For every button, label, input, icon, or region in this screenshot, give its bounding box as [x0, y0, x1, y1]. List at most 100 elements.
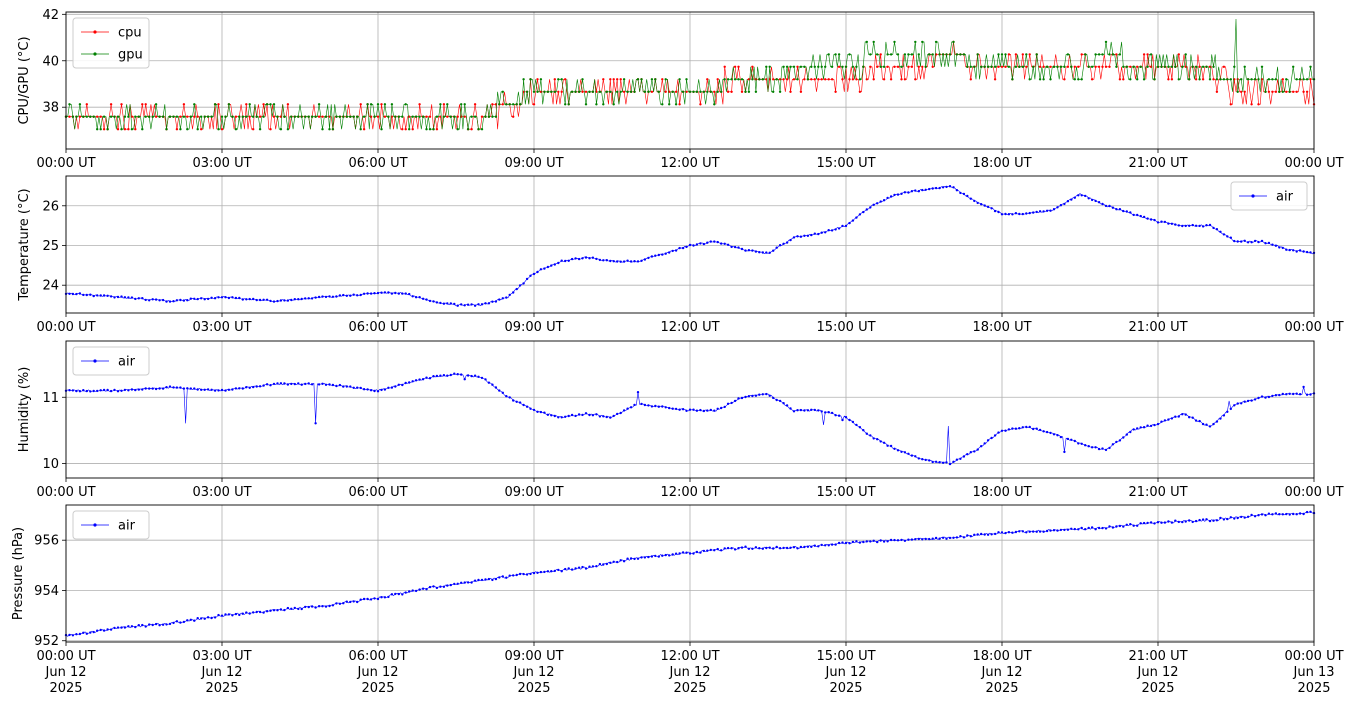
data-point: [428, 585, 432, 589]
data-point: [758, 547, 761, 550]
data-point: [508, 103, 511, 106]
x-tick-label: 21:00 UT: [1128, 156, 1187, 171]
data-point: [1170, 417, 1174, 420]
data-point: [581, 413, 584, 417]
data-point: [1070, 65, 1073, 69]
data-point: [626, 407, 629, 410]
data-point: [726, 402, 730, 405]
data-point: [1118, 524, 1122, 528]
data-point: [220, 128, 224, 131]
data-point: [1156, 422, 1160, 426]
data-point: [494, 577, 498, 581]
data-point: [969, 197, 972, 200]
data-point: [317, 605, 321, 608]
data-point: [141, 103, 144, 106]
data-point: [414, 589, 418, 593]
data-point: [539, 570, 543, 574]
data-point: [862, 540, 865, 544]
data-point: [893, 538, 896, 542]
x-tick-label: 09:00 UT: [504, 156, 563, 171]
data-point: [862, 65, 865, 69]
y-tick-label: 954: [34, 584, 59, 599]
data-point: [362, 388, 366, 391]
data-point: [1215, 228, 1219, 231]
data-point: [1108, 204, 1111, 208]
data-point: [487, 115, 491, 118]
data-point: [342, 293, 345, 297]
data-point: [96, 629, 99, 632]
data-point: [1063, 65, 1066, 69]
data-point: [848, 221, 851, 225]
data-point: [314, 606, 317, 609]
data-point: [817, 409, 820, 412]
data-point: [858, 90, 862, 94]
data-point: [92, 630, 95, 634]
data-point: [335, 384, 338, 388]
data-point: [640, 402, 643, 406]
data-point: [262, 115, 265, 118]
y-tick-label: 11: [42, 391, 59, 406]
data-point: [297, 607, 300, 611]
data-point: [837, 53, 841, 56]
data-point: [796, 65, 799, 69]
data-point: [1250, 78, 1253, 81]
data-point: [1295, 513, 1298, 516]
data-point: [401, 128, 404, 131]
data-point: [1243, 239, 1246, 242]
data-point: [338, 383, 342, 387]
data-point: [1236, 402, 1239, 405]
data-point: [1125, 523, 1129, 526]
data-point: [432, 128, 435, 131]
data-point: [1201, 78, 1205, 81]
data-point: [588, 565, 591, 568]
data-point: [369, 292, 373, 295]
data-point: [227, 613, 231, 616]
data-point: [1011, 427, 1014, 430]
data-point: [758, 393, 761, 396]
data-point: [709, 548, 712, 552]
data-point: [747, 395, 751, 398]
x-tick-label: 18:00 UT: [972, 649, 1031, 664]
data-point: [172, 386, 175, 389]
data-point: [782, 242, 785, 245]
data-point: [1229, 103, 1233, 106]
data-point: [550, 570, 553, 573]
data-point: [442, 115, 446, 118]
data-point: [1212, 226, 1215, 230]
data-point: [959, 191, 962, 195]
data-point: [650, 90, 654, 94]
x-tick-label: 18:00 UT: [972, 320, 1031, 335]
data-point: [581, 257, 584, 260]
data-point: [193, 297, 196, 300]
data-point: [758, 251, 761, 254]
data-point: [990, 65, 993, 69]
data-point: [1077, 78, 1080, 81]
data-point: [165, 623, 168, 626]
data-point: [380, 291, 383, 294]
data-point: [276, 299, 279, 303]
data-point: [1191, 520, 1194, 524]
data-point: [442, 585, 446, 588]
data-point: [681, 408, 685, 411]
data-point: [1129, 523, 1132, 526]
data-point: [941, 186, 945, 189]
data-point: [751, 65, 754, 69]
data-point: [685, 78, 688, 81]
data-point: [1090, 78, 1094, 81]
data-point: [1212, 422, 1215, 426]
data-point: [453, 582, 456, 586]
data-point: [1097, 447, 1101, 451]
data-point: [893, 193, 896, 197]
data-point: [130, 388, 134, 391]
data-point: [349, 115, 352, 118]
data-point: [858, 426, 862, 429]
data-point: [1201, 65, 1205, 69]
data-point: [855, 423, 858, 427]
data-point: [439, 374, 442, 377]
data-point: [1167, 78, 1170, 81]
data-point: [1219, 230, 1222, 233]
data-point: [993, 434, 997, 437]
data-point: [335, 602, 338, 605]
data-point: [834, 414, 837, 417]
data-point: [213, 297, 217, 300]
